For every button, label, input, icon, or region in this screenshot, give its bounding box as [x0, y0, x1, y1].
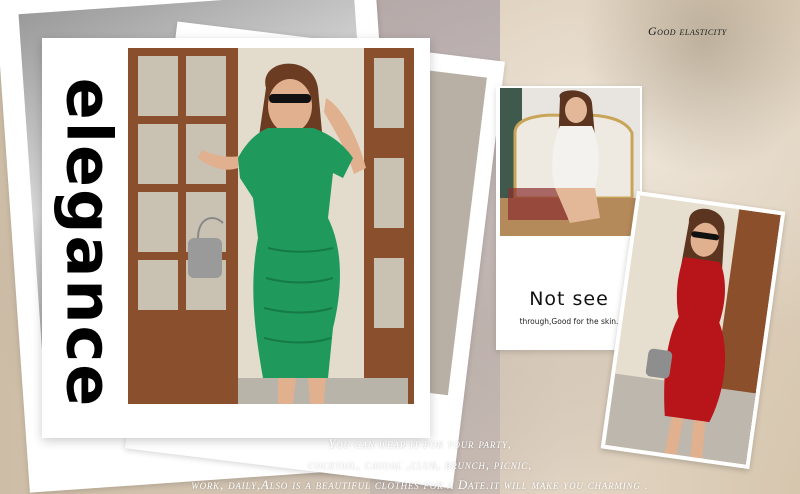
bottom-text-line2: cocktail, casual ,club, brunch, picnic,	[307, 457, 533, 472]
model-red-dress	[605, 195, 781, 465]
main-polaroid: elegance	[42, 38, 430, 438]
green-dress	[238, 128, 353, 378]
red-dress-photo	[605, 195, 781, 465]
model-white-dress	[500, 88, 640, 236]
bottom-text-line1: You can wear it for your party,	[328, 436, 512, 451]
green-dress-photo	[128, 48, 414, 404]
white-dress-photo	[500, 88, 640, 236]
silver-handbag	[188, 238, 222, 278]
handbag	[645, 348, 673, 379]
elegance-word: elegance	[52, 77, 126, 408]
caption-good-elasticity: Good elasticity	[648, 24, 727, 38]
model-green-dress	[188, 63, 366, 404]
bottom-text-line3: work, daily,Also is a beautiful clothes …	[191, 477, 649, 492]
